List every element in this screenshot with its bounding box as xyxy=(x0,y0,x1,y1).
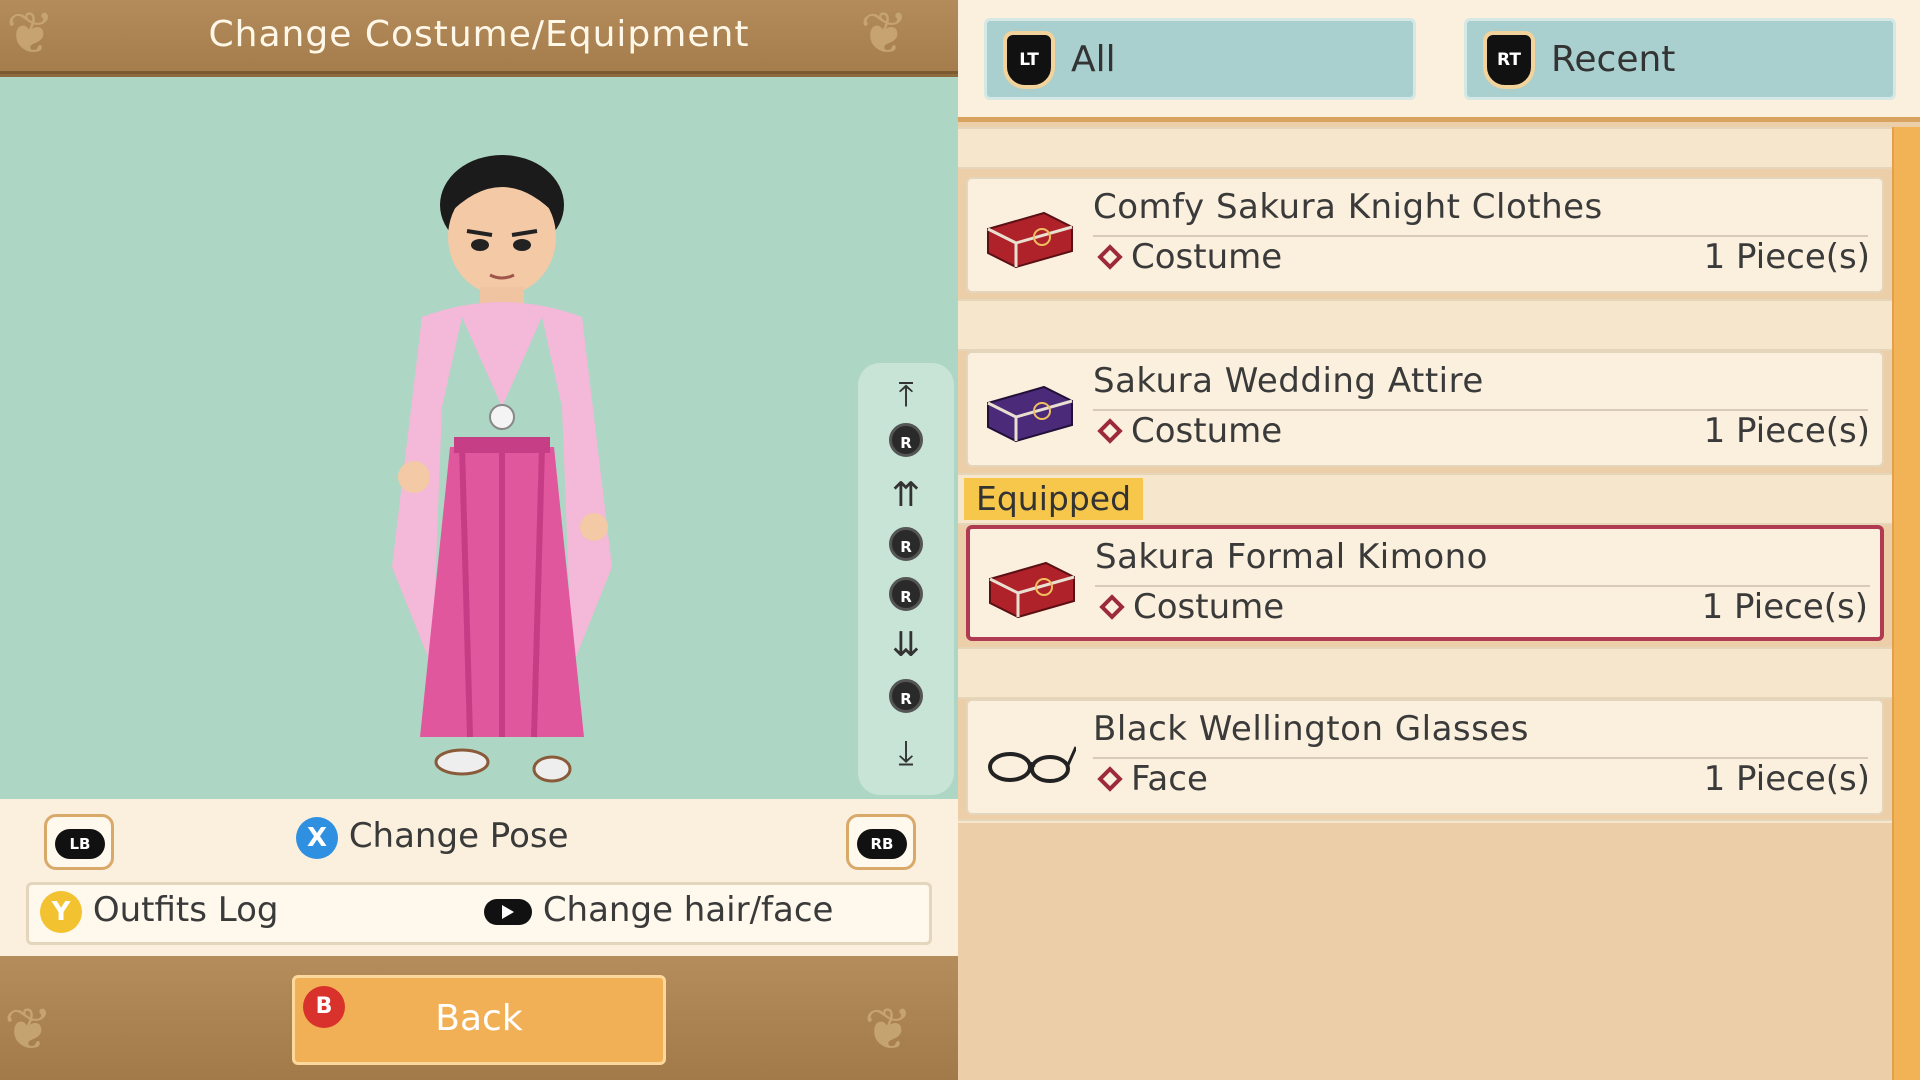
list-item[interactable]: Sakura Wedding Attire Costume 1 Piece(s) xyxy=(966,351,1884,467)
diamond-icon xyxy=(1097,243,1123,270)
red-chest-icon xyxy=(989,561,1075,619)
zoom-out-max-icon[interactable]: ⤒ xyxy=(858,375,954,415)
item-name: Black Wellington Glasses xyxy=(1093,709,1529,749)
list-spacer xyxy=(958,127,1892,169)
tab-all[interactable]: LT All xyxy=(984,18,1416,100)
change-hair-face-label: Change hair/face xyxy=(542,890,834,930)
scrollbar[interactable] xyxy=(1892,127,1920,1080)
item-type: Costume xyxy=(1093,411,1282,451)
diamond-icon xyxy=(1097,417,1123,444)
item-type: Costume xyxy=(1093,237,1282,277)
item-name: Sakura Formal Kimono xyxy=(1095,537,1488,577)
rt-icon: RT xyxy=(1483,31,1535,89)
list-item[interactable]: Comfy Sakura Knight Clothes Costume 1 Pi… xyxy=(966,177,1884,293)
right-stick-icon xyxy=(484,898,532,925)
tab-recent[interactable]: RT Recent xyxy=(1464,18,1896,100)
purple-chest-icon xyxy=(987,385,1073,443)
item-quantity: 1 Piece(s) xyxy=(1703,237,1870,277)
ornament-icon: ❦ xyxy=(4,995,53,1063)
zoom-out-icon[interactable]: ⇊ xyxy=(858,625,954,665)
item-quantity: 1 Piece(s) xyxy=(1703,759,1870,799)
y-button-icon: Y xyxy=(40,890,82,933)
change-hair-face-button[interactable]: Change hair/face xyxy=(484,890,833,930)
item-name: Comfy Sakura Knight Clothes xyxy=(1093,187,1603,227)
filter-tabs: LT All RT Recent xyxy=(958,0,1920,122)
glasses-icon xyxy=(988,746,1076,783)
diamond-icon xyxy=(1097,765,1123,792)
item-type: Face xyxy=(1093,759,1208,799)
lt-icon: LT xyxy=(1003,31,1055,89)
x-button-icon: X xyxy=(296,816,338,859)
page-title: Change Costume/Equipment xyxy=(208,14,750,55)
zoom-in-icon[interactable]: ⇈ xyxy=(858,475,954,515)
character-preview-stage[interactable]: ⤒ R ⇈ R R ⇊ R ⤓ xyxy=(0,77,958,799)
lb-icon: LB xyxy=(55,829,105,859)
zoom-in-max-icon[interactable]: ⤓ xyxy=(858,733,954,773)
list-item[interactable]: Black Wellington Glasses Face 1 Piece(s) xyxy=(966,699,1884,815)
item-list: Comfy Sakura Knight Clothes Costume 1 Pi… xyxy=(958,127,1892,1080)
back-label: Back xyxy=(435,998,523,1039)
preview-panel: ❦ ❦ Change Costume/Equipment ⤒ R ⇈ R R ⇊… xyxy=(0,0,958,1080)
list-item-selected[interactable]: Sakura Formal Kimono Costume 1 Piece(s) xyxy=(966,525,1884,641)
rotate-down-icon[interactable]: R xyxy=(858,679,954,713)
back-button[interactable]: B Back xyxy=(292,975,666,1065)
list-spacer xyxy=(958,299,1892,351)
rotate-right-icon[interactable]: R xyxy=(858,577,954,611)
camera-controls: ⤒ R ⇈ R R ⇊ R ⤓ xyxy=(858,363,954,795)
change-pose-label: Change Pose xyxy=(348,816,569,856)
item-type: Costume xyxy=(1095,587,1284,627)
tab-recent-label: Recent xyxy=(1551,39,1676,80)
diamond-icon xyxy=(1099,593,1125,620)
inventory-panel: LT All RT Recent Comfy Sakura Knight Clo… xyxy=(958,0,1920,1080)
tab-all-label: All xyxy=(1071,39,1116,80)
item-quantity: 1 Piece(s) xyxy=(1701,587,1868,627)
rotate-left-icon[interactable]: R xyxy=(858,527,954,561)
list-spacer xyxy=(958,647,1892,699)
rotate-up-icon[interactable]: R xyxy=(858,423,954,457)
rb-icon: RB xyxy=(857,829,907,859)
list-end-divider xyxy=(958,819,1892,823)
item-name: Sakura Wedding Attire xyxy=(1093,361,1484,401)
change-pose-button[interactable]: X Change Pose xyxy=(296,816,569,859)
lb-button[interactable]: LB xyxy=(44,814,114,870)
item-quantity: 1 Piece(s) xyxy=(1703,411,1870,451)
outfits-log-label: Outfits Log xyxy=(92,890,279,930)
title-bar: ❦ ❦ Change Costume/Equipment xyxy=(0,0,958,74)
ornament-icon: ❦ xyxy=(864,995,913,1063)
rb-button[interactable]: RB xyxy=(846,814,916,870)
character-model[interactable] xyxy=(362,147,642,787)
equipped-badge: Equipped xyxy=(964,478,1143,520)
outfits-log-button[interactable]: Y Outfits Log xyxy=(40,890,278,933)
red-chest-icon xyxy=(987,211,1073,269)
